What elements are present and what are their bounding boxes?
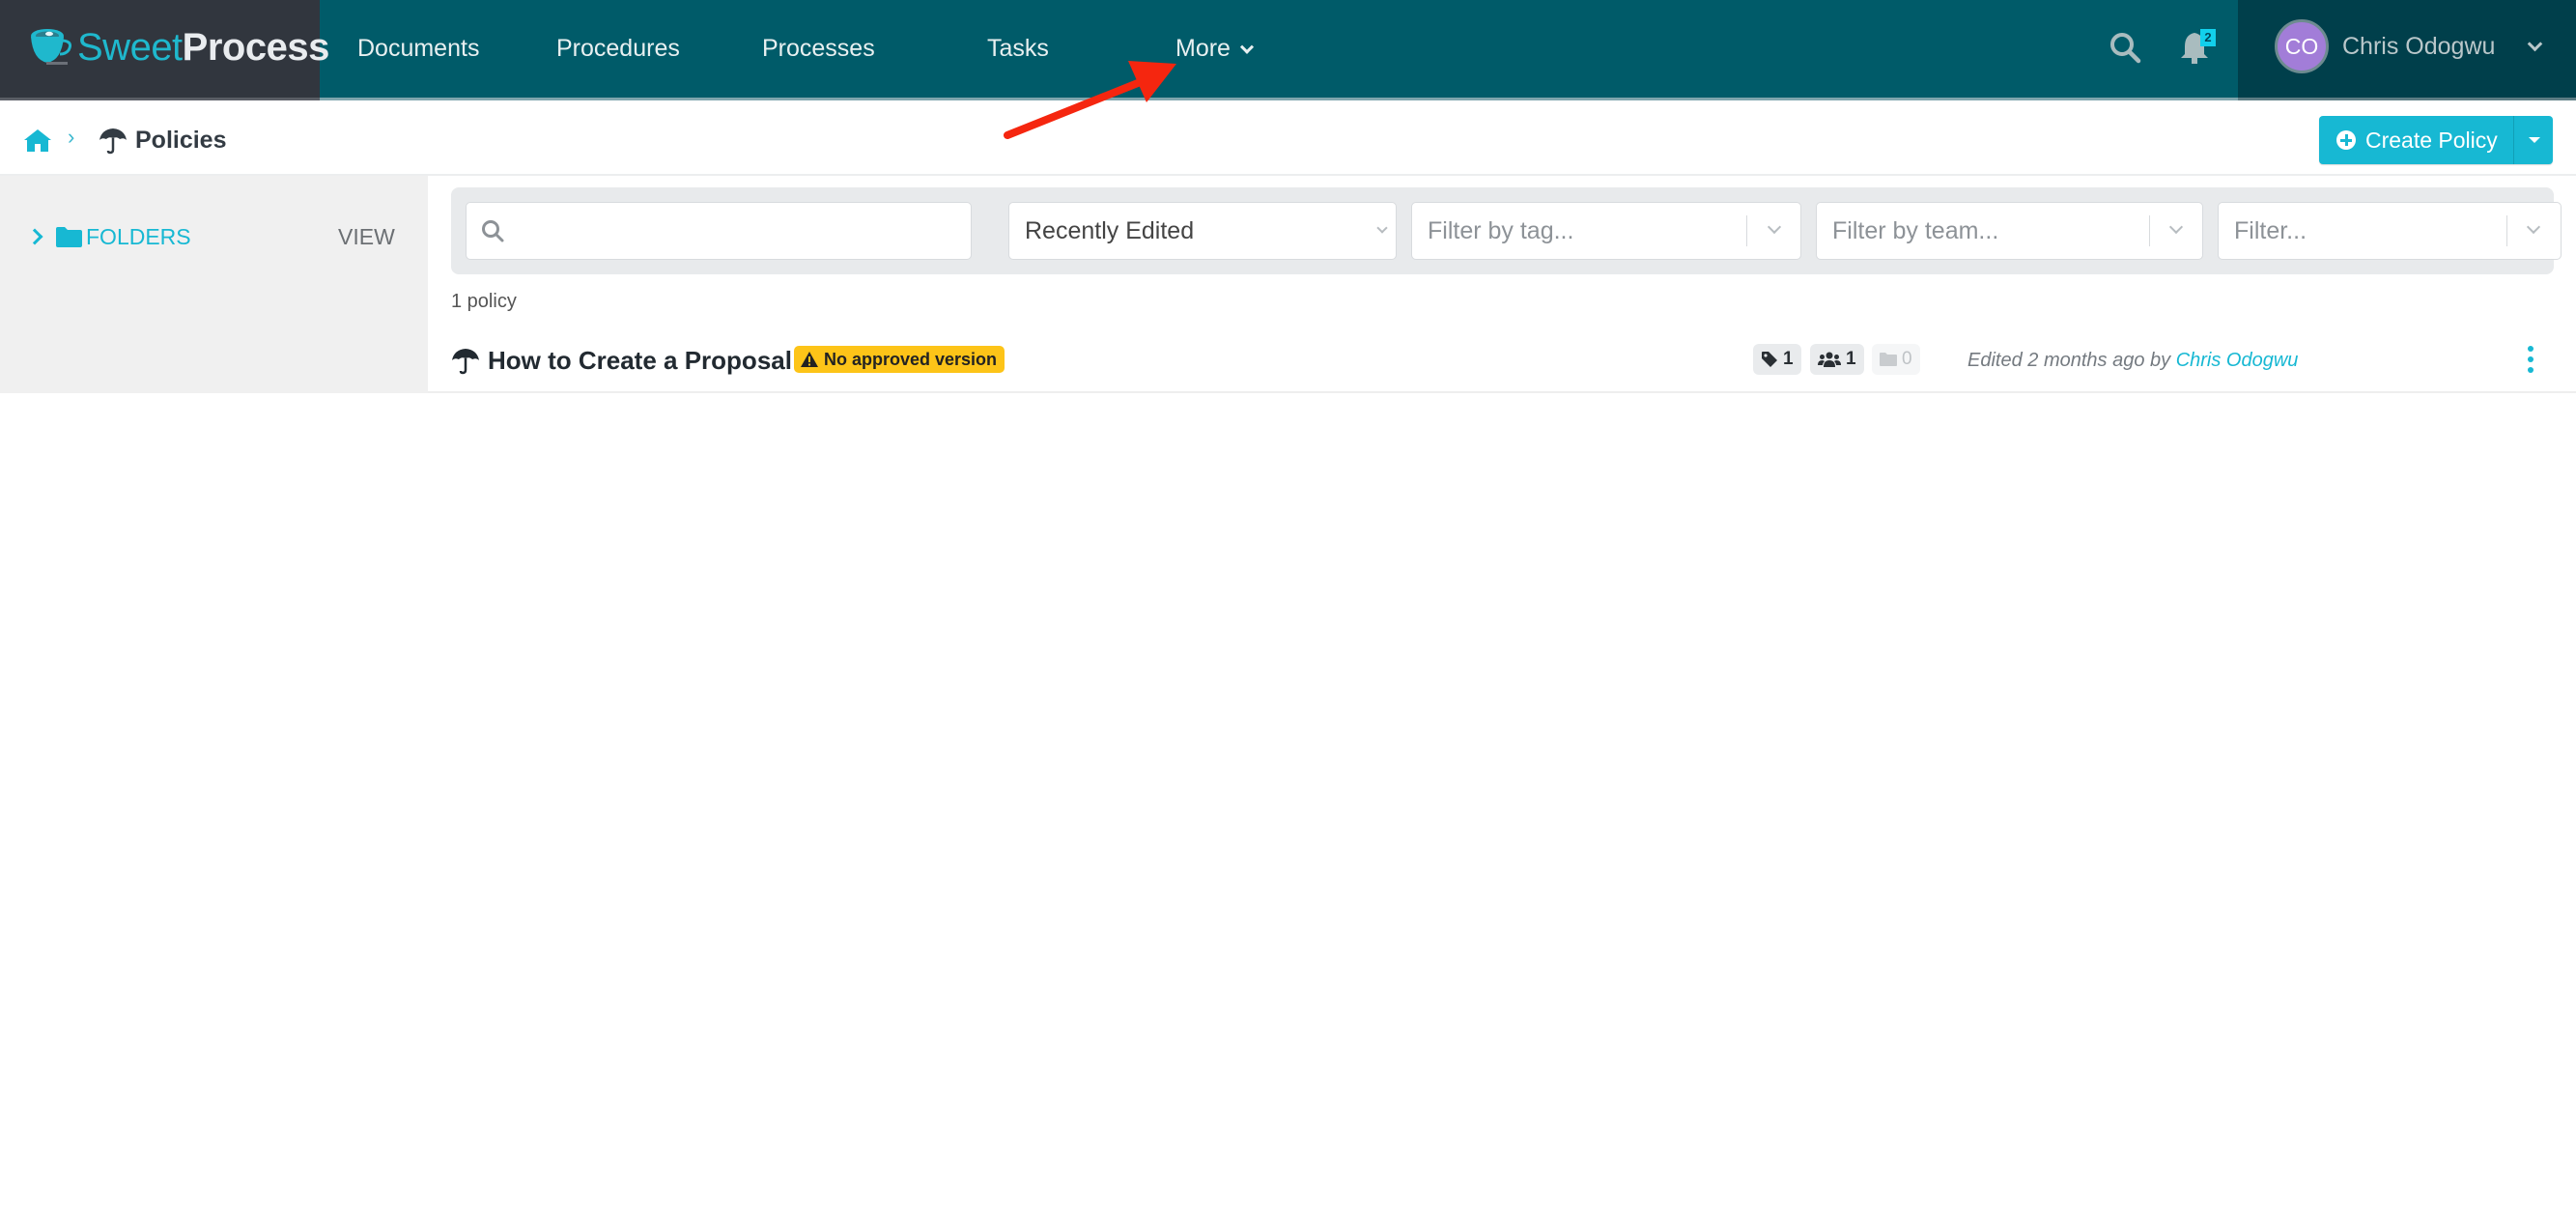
brand-logo[interactable]: SweetProcess (0, 0, 329, 100)
nav-procedures[interactable]: Procedures (556, 31, 680, 66)
users-icon (1818, 352, 1841, 367)
folder-icon (1880, 353, 1897, 366)
nav-procedures-label: Procedures (556, 35, 680, 62)
policy-title-link[interactable]: How to Create a Proposal (488, 344, 792, 377)
teams-count-badge[interactable]: 1 (1810, 344, 1864, 375)
chevron-down-icon (1767, 219, 1782, 235)
brand-name: SweetProcess (77, 23, 329, 71)
chevron-down-icon (1239, 40, 1255, 54)
nav-more[interactable]: More (1175, 31, 1255, 66)
kebab-dot-icon (2528, 346, 2534, 352)
breadcrumb: › Policies (0, 101, 2576, 176)
chevron-down-icon (2527, 36, 2543, 52)
brand-name-sweet: Sweet (77, 26, 183, 69)
nav-processes-label: Processes (762, 35, 875, 62)
row-actions-menu[interactable] (2523, 344, 2538, 375)
nav-more-label: More (1175, 35, 1231, 62)
nav-documents[interactable]: Documents (357, 31, 479, 66)
divider (2506, 215, 2507, 246)
chevron-right-icon (26, 228, 43, 245)
view-button[interactable]: VIEW (338, 222, 395, 251)
policy-list-panel: Recently Edited Filter by tag... Filter … (428, 176, 2576, 393)
notification-count-badge: 2 (2200, 29, 2216, 46)
team-filter-placeholder: Filter by team... (1832, 217, 1999, 244)
umbrella-icon (452, 349, 479, 375)
search-input[interactable] (466, 202, 972, 260)
chevron-down-icon (1376, 222, 1388, 234)
divider (1746, 215, 1747, 246)
tag-filter[interactable]: Filter by tag... (1411, 202, 1801, 260)
sort-select-value: Recently Edited (1025, 217, 1195, 244)
folders-count: 0 (1902, 349, 1912, 369)
sort-select[interactable]: Recently Edited (1008, 202, 1397, 260)
create-policy-label: Create Policy (2365, 128, 2498, 153)
warning-icon (801, 352, 818, 367)
folders-count-badge[interactable]: 0 (1872, 344, 1920, 375)
user-menu[interactable]: CO Chris Odogwu (2238, 0, 2576, 100)
user-name: Chris Odogwu (2342, 33, 2496, 60)
folders-label: FOLDERS (86, 224, 191, 249)
notifications-button[interactable]: 2 (2178, 29, 2219, 68)
edited-info: Edited 2 months ago by Chris Odogwu (1967, 348, 2298, 373)
nav-tasks[interactable]: Tasks (987, 31, 1049, 66)
create-policy-button[interactable]: Create Policy (2319, 116, 2513, 164)
page-title: Policies (135, 127, 227, 154)
policy-count: 1 policy (451, 291, 517, 312)
search-icon (2110, 33, 2141, 64)
chevron-down-icon (2526, 219, 2541, 235)
generic-filter-placeholder: Filter... (2234, 217, 2307, 244)
teams-count: 1 (1846, 349, 1856, 369)
tag-filter-placeholder: Filter by tag... (1428, 217, 1574, 244)
filter-bar: Recently Edited Filter by tag... Filter … (451, 187, 2562, 274)
global-search-button[interactable] (2109, 31, 2141, 64)
chevron-down-icon (2168, 219, 2184, 235)
search-icon (482, 220, 504, 242)
nav-tasks-label: Tasks (987, 35, 1049, 62)
umbrella-icon (99, 128, 127, 155)
divider (2149, 215, 2150, 246)
tag-icon (1762, 352, 1777, 367)
breadcrumb-separator: › (68, 125, 75, 149)
folder-icon (56, 226, 82, 247)
nav-documents-label: Documents (357, 35, 480, 62)
avatar: CO (2275, 19, 2329, 73)
create-policy-split-button: Create Policy (2319, 116, 2553, 164)
kebab-dot-icon (2528, 356, 2534, 362)
folders-toggle[interactable]: FOLDERS (26, 222, 191, 251)
edited-by-link[interactable]: Chris Odogwu (2176, 350, 2299, 371)
tags-count: 1 (1783, 349, 1794, 369)
caret-down-icon (2529, 137, 2540, 143)
home-icon[interactable] (23, 128, 52, 153)
team-filter[interactable]: Filter by team... (1816, 202, 2203, 260)
nav-processes[interactable]: Processes (762, 31, 875, 66)
edited-prefix: Edited 2 months ago by (1967, 350, 2171, 371)
kebab-dot-icon (2528, 367, 2534, 373)
coffee-cup-logo-icon (31, 29, 71, 65)
folder-sidebar: FOLDERS VIEW (0, 176, 428, 393)
tags-count-badge[interactable]: 1 (1753, 344, 1801, 375)
top-nav: SweetProcess Documents Procedures Proces… (0, 0, 2576, 100)
brand-name-process: Process (182, 26, 330, 69)
status-badge-label: No approved version (824, 349, 998, 369)
status-badge: No approved version (794, 346, 1005, 373)
plus-circle-icon (2336, 130, 2356, 150)
create-policy-dropdown-toggle[interactable] (2513, 116, 2553, 164)
list-item: How to Create a Proposal No approved ver… (451, 342, 2557, 381)
generic-filter[interactable]: Filter... (2218, 202, 2562, 260)
